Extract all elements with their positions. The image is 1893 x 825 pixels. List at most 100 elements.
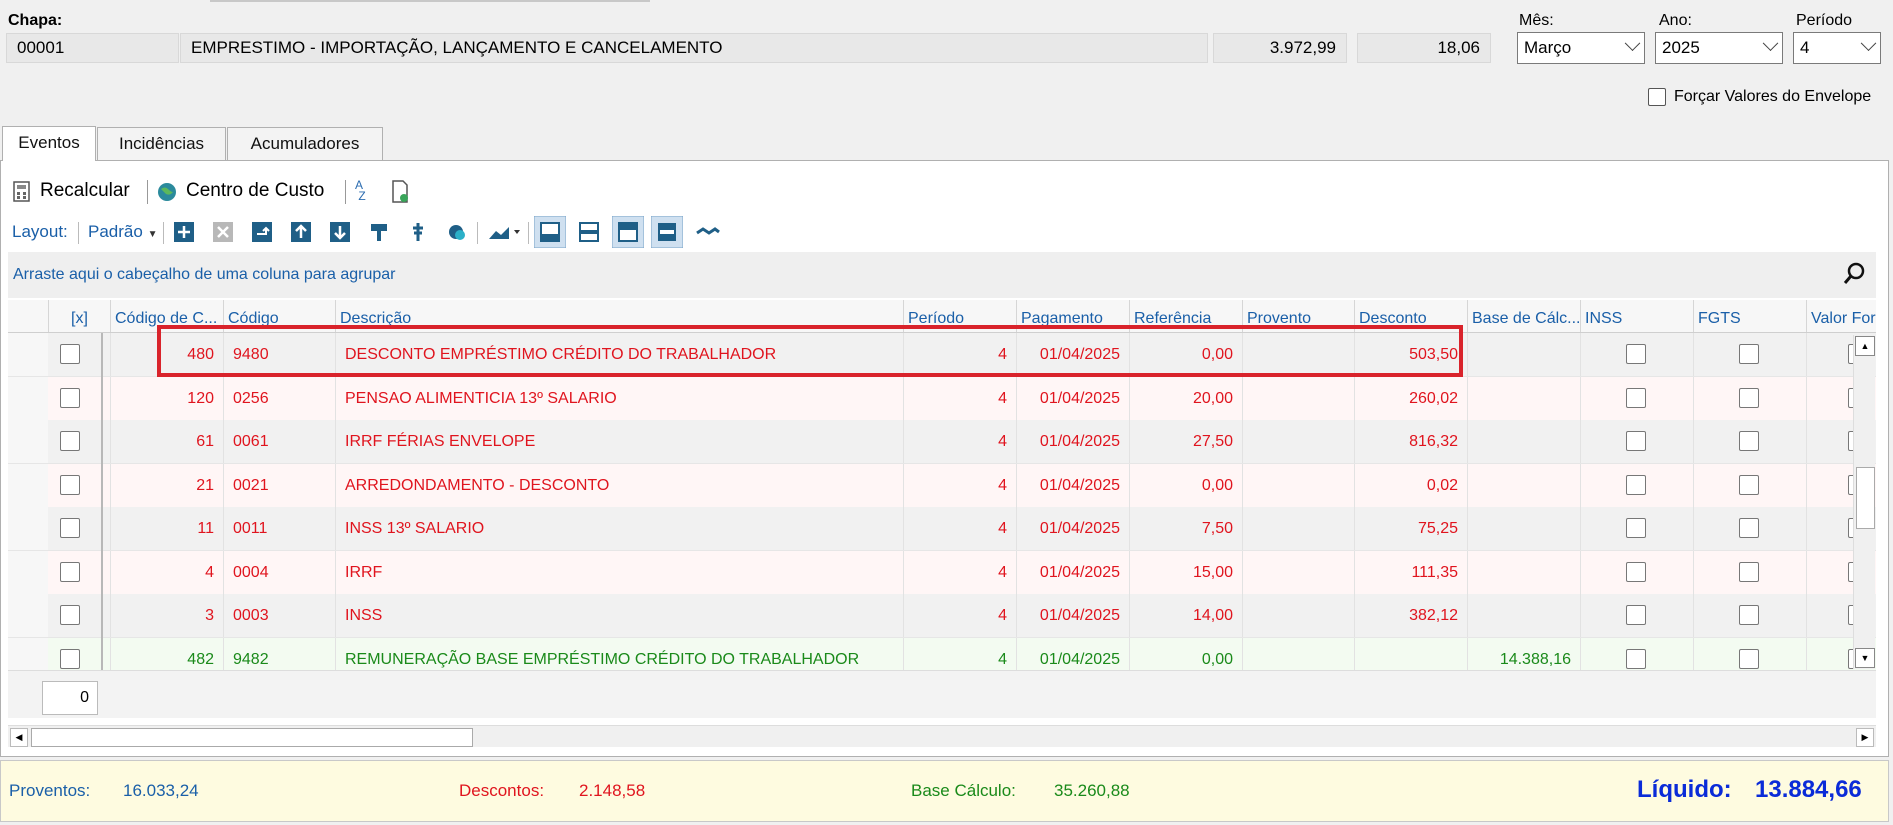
row-selector[interactable] [8, 550, 48, 594]
scroll-down-button[interactable]: ▼ [1855, 648, 1875, 668]
row-selector[interactable] [8, 376, 48, 420]
cell-desconto: 260,02 [1354, 376, 1467, 420]
spellcheck-icon[interactable] [695, 221, 721, 243]
tab-acumuladores[interactable]: Acumuladores [227, 127, 383, 160]
inss-checkbox[interactable] [1626, 648, 1646, 669]
row-selector[interactable] [8, 420, 48, 463]
grid-summary-bar [8, 670, 1876, 718]
inss-checkbox[interactable] [1626, 605, 1646, 625]
row-selector[interactable] [8, 507, 48, 550]
color-icon[interactable] [446, 221, 468, 243]
cell-provento [1242, 463, 1354, 507]
chapa-code-field[interactable]: 00001 [6, 33, 179, 63]
table-row[interactable]: 120 0256 PENSAO ALIMENTICIA 13º SALARIO 4 01… [8, 376, 1876, 421]
vertical-scrollbar[interactable]: ▲ ▼ [1853, 335, 1875, 669]
col-header-check[interactable]: [x] [48, 300, 110, 332]
group-by-area[interactable]: Arraste aqui o cabeçalho de uma coluna p… [8, 252, 1876, 298]
fgts-checkbox[interactable] [1739, 518, 1759, 538]
cell-referencia: 0,00 [1129, 463, 1242, 507]
cell-desconto: 111,35 [1354, 550, 1467, 594]
search-icon[interactable] [1842, 261, 1868, 287]
col-header-inss[interactable]: INSS [1580, 300, 1693, 332]
layout-middle-icon[interactable] [651, 216, 683, 248]
tab-eventos[interactable]: Eventos [2, 126, 96, 161]
table-row[interactable]: 482 9482 REMUNERAÇÃO BASE EMPRÉSTIMO CRÉDI… [8, 637, 1876, 670]
col-header-fgts[interactable]: FGTS [1693, 300, 1806, 332]
layout-split-icon[interactable] [573, 216, 605, 248]
inss-checkbox[interactable] [1626, 387, 1646, 408]
col-header-base[interactable]: Base de Cálc... [1467, 300, 1580, 332]
ano-value: 2025 [1662, 38, 1700, 57]
table-row[interactable]: 11 0011 INSS 13º SALARIO 4 01/04/2025 7,50 75,… [8, 507, 1876, 551]
recalcular-button[interactable]: Recalcular [10, 178, 140, 206]
periodo-select[interactable]: 4 [1793, 32, 1881, 64]
mes-select[interactable]: Março [1517, 32, 1645, 64]
cell-codigo-cc: 21 [110, 463, 223, 507]
col-header-select[interactable] [8, 300, 48, 332]
table-row[interactable]: 61 0061 IRRF FÉRIAS ENVELOPE 4 01/04/2025 27,… [8, 420, 1876, 464]
row-checkbox[interactable] [60, 387, 80, 408]
centro-custo-button[interactable]: Centro de Custo [156, 178, 336, 206]
fgts-checkbox[interactable] [1739, 474, 1759, 495]
toolbar-separator [345, 180, 346, 204]
layout-dropdown[interactable]: Padrão ▼ [88, 222, 157, 242]
h-scroll-thumb[interactable] [31, 728, 473, 747]
fgts-checkbox[interactable] [1739, 344, 1759, 364]
scroll-up-button[interactable]: ▲ [1855, 336, 1875, 356]
highlight-box [157, 325, 1463, 377]
fgts-checkbox[interactable] [1739, 648, 1759, 669]
layout-top-icon[interactable] [612, 216, 644, 248]
row-selector[interactable] [8, 333, 48, 376]
chart-icon[interactable] [487, 221, 523, 243]
row-checkbox[interactable] [60, 518, 80, 538]
row-checkbox[interactable] [60, 648, 80, 669]
scroll-thumb[interactable] [1856, 467, 1875, 529]
periodo-label: Período [1796, 12, 1853, 29]
move-up-icon[interactable] [290, 221, 312, 243]
add-row-icon[interactable] [173, 221, 195, 243]
sort-az-icon[interactable]: A Z [355, 179, 377, 204]
inss-checkbox[interactable] [1626, 344, 1646, 364]
row-selector[interactable] [8, 637, 48, 670]
inss-checkbox[interactable] [1626, 474, 1646, 495]
row-selector[interactable] [8, 594, 48, 637]
table-row[interactable]: 4 0004 IRRF 4 01/04/2025 15,00 111,35 [8, 550, 1876, 595]
fgts-checkbox[interactable] [1739, 431, 1759, 451]
horizontal-scrollbar[interactable]: ◀ ▶ [8, 725, 1876, 747]
row-selector[interactable] [8, 463, 48, 507]
row-checkbox[interactable] [60, 561, 80, 582]
forcar-checkbox[interactable] [1648, 88, 1666, 106]
cell-periodo: 4 [903, 376, 1016, 420]
col-header-valor-forca[interactable]: Valor Força [1806, 300, 1876, 332]
fgts-checkbox[interactable] [1739, 605, 1759, 625]
cell-periodo: 4 [903, 463, 1016, 507]
row-count-field: 0 [42, 681, 98, 715]
inss-checkbox[interactable] [1626, 561, 1646, 582]
cell-codigo-cc: 120 [110, 376, 223, 420]
move-down-icon[interactable] [329, 221, 351, 243]
scroll-right-button[interactable]: ▶ [1856, 728, 1874, 747]
cell-provento [1242, 420, 1354, 463]
row-checkbox[interactable] [60, 344, 80, 364]
pin-icon[interactable] [407, 221, 429, 243]
inss-checkbox[interactable] [1626, 431, 1646, 451]
delete-row-icon[interactable] [212, 221, 234, 243]
base-calculo-label: Base Cálculo: [911, 781, 1016, 800]
fgts-checkbox[interactable] [1739, 387, 1759, 408]
table-row[interactable]: 3 0003 INSS 4 01/04/2025 14,00 382,12 [8, 594, 1876, 638]
ano-select[interactable]: 2025 [1655, 32, 1783, 64]
inss-checkbox[interactable] [1626, 518, 1646, 538]
edit-row-icon[interactable] [251, 221, 273, 243]
cell-periodo: 4 [903, 420, 1016, 463]
row-checkbox[interactable] [60, 474, 80, 495]
row-checkbox[interactable] [60, 605, 80, 625]
cell-base-calculo [1467, 594, 1580, 637]
paint-icon[interactable] [368, 221, 390, 243]
scroll-left-button[interactable]: ◀ [10, 728, 28, 747]
table-row[interactable]: 21 0021 ARREDONDAMENTO - DESCONTO 4 01/04/20… [8, 463, 1876, 508]
tab-incidencias[interactable]: Incidências [97, 127, 226, 160]
fgts-checkbox[interactable] [1739, 561, 1759, 582]
layout-bottom-icon[interactable] [534, 216, 566, 248]
row-checkbox[interactable] [60, 431, 80, 451]
document-icon[interactable] [390, 180, 410, 204]
